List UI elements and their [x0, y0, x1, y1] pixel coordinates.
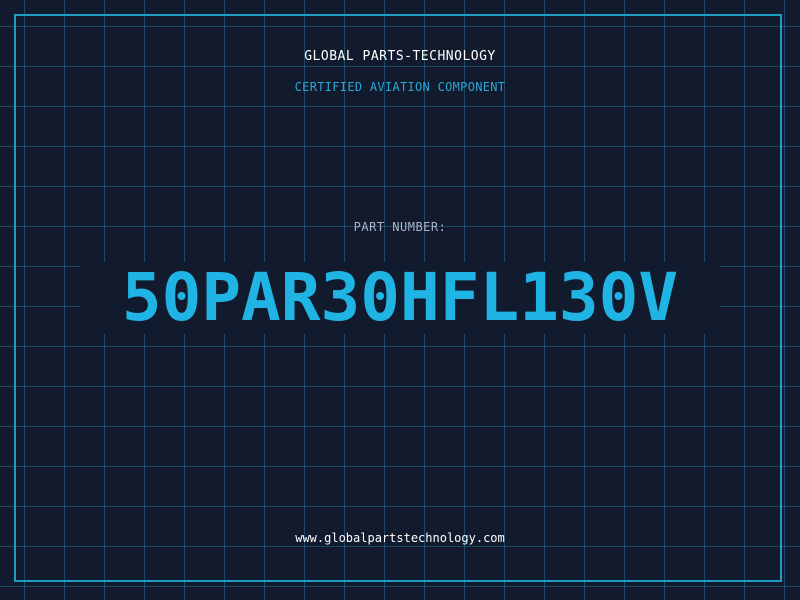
- certification-subtitle: CERTIFIED AVIATION COMPONENT: [294, 80, 506, 94]
- website-url: www.globalpartstechnology.com: [295, 531, 505, 545]
- part-card: GLOBAL PARTS-TECHNOLOGY CERTIFIED AVIATI…: [0, 0, 800, 600]
- part-number-value: 50PAR30HFL130V: [121, 259, 679, 336]
- part-number-label: PART NUMBER:: [353, 220, 447, 234]
- company-name: GLOBAL PARTS-TECHNOLOGY: [304, 49, 496, 64]
